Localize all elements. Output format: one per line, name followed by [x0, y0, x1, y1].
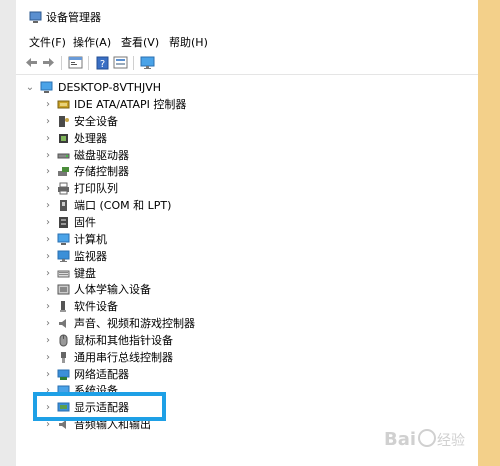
- tree-item-label: 键盘: [74, 267, 96, 280]
- chevron-right-icon[interactable]: ›: [43, 366, 53, 383]
- tree-item[interactable]: › 处理器: [16, 130, 478, 147]
- toolbar: ?: [16, 52, 478, 75]
- device-view-icon[interactable]: [112, 54, 129, 71]
- chevron-right-icon[interactable]: ›: [43, 163, 53, 180]
- software-device-icon: [60, 301, 66, 312]
- monitor-icon: [57, 250, 70, 262]
- chevron-right-icon[interactable]: ›: [43, 281, 53, 298]
- tree-item[interactable]: › 声音、视频和游戏控制器: [16, 315, 478, 332]
- toolbar-separator: [133, 56, 134, 70]
- tree-item[interactable]: › 网络适配器: [16, 366, 478, 383]
- tree-item-label: 打印队列: [74, 182, 118, 195]
- tree-item[interactable]: › IDE ATA/ATAPI 控制器: [16, 96, 478, 113]
- chevron-right-icon[interactable]: ›: [43, 147, 53, 164]
- tree-item-label: 存储控制器: [74, 165, 129, 178]
- tree-item-label: 监视器: [74, 250, 107, 263]
- tree-item[interactable]: › 监视器: [16, 248, 478, 265]
- chevron-right-icon[interactable]: ›: [43, 265, 53, 282]
- tree-item[interactable]: › 存储控制器: [16, 163, 478, 180]
- chevron-right-icon[interactable]: ›: [43, 197, 53, 214]
- toolbar-separator: [61, 56, 62, 70]
- tree-item[interactable]: › 软件设备: [16, 298, 478, 315]
- chevron-right-icon[interactable]: ›: [43, 231, 53, 248]
- tree-item[interactable]: › 计算机: [16, 231, 478, 248]
- tree-item[interactable]: › 通用串行总线控制器: [16, 349, 478, 366]
- chevron-right-icon[interactable]: ›: [43, 113, 53, 130]
- back-arrow-icon[interactable]: [23, 54, 40, 71]
- tree-item-label: 安全设备: [74, 115, 118, 128]
- tree-item[interactable]: › 磁盘驱动器: [16, 147, 478, 164]
- toolbar-separator: [88, 56, 89, 70]
- tree-item-label: 通用串行总线控制器: [74, 351, 173, 364]
- device-manager-window: 设备管理器 文件(F) 操作(A) 查看(V) 帮助(H) ? ⌄ DESKTO…: [0, 0, 500, 466]
- tree-item-label: 磁盘驱动器: [74, 149, 129, 162]
- disk-drive-icon: [57, 153, 70, 159]
- tree-item-label: 固件: [74, 216, 96, 229]
- menu-bar: 文件(F) 操作(A) 查看(V) 帮助(H): [16, 34, 478, 52]
- menu-action[interactable]: 操作(A): [73, 36, 111, 50]
- tree-item[interactable]: › 鼠标和其他指针设备: [16, 332, 478, 349]
- port-icon: [60, 200, 67, 211]
- background-window-edge-right: [478, 0, 500, 466]
- tree-item-label: 人体学输入设备: [74, 283, 151, 296]
- computer-icon: [40, 81, 53, 93]
- firmware-icon: [59, 217, 68, 228]
- security-device-icon: [59, 116, 69, 127]
- tree-item[interactable]: › 打印队列: [16, 180, 478, 197]
- window-title: 设备管理器: [46, 11, 101, 24]
- help-icon[interactable]: ?: [94, 54, 111, 71]
- chevron-right-icon[interactable]: ›: [43, 180, 53, 197]
- tree-item-label: 软件设备: [74, 300, 118, 313]
- highlight-box: [33, 392, 166, 421]
- tree-item[interactable]: › 端口 (COM 和 LPT): [16, 197, 478, 214]
- chevron-right-icon[interactable]: ›: [43, 315, 53, 332]
- tree-root[interactable]: ⌄ DESKTOP-8VTHJVH: [16, 79, 478, 96]
- menu-file[interactable]: 文件(F): [29, 36, 66, 50]
- tree-item[interactable]: › 键盘: [16, 265, 478, 282]
- usb-icon: [61, 352, 66, 363]
- chevron-right-icon[interactable]: ›: [43, 332, 53, 349]
- device-manager-icon: [29, 11, 42, 23]
- chevron-right-icon[interactable]: ›: [43, 214, 53, 231]
- tree-item-label: 鼠标和其他指针设备: [74, 334, 173, 347]
- chevron-right-icon[interactable]: ›: [43, 96, 53, 113]
- forward-arrow-icon[interactable]: [40, 54, 57, 71]
- keyboard-icon: [57, 270, 70, 278]
- sound-icon: [59, 319, 66, 328]
- menu-view[interactable]: 查看(V): [121, 36, 159, 50]
- tree-item-label: IDE ATA/ATAPI 控制器: [74, 98, 187, 111]
- background-window-edge: [0, 0, 16, 466]
- tree-item-label: 处理器: [74, 132, 107, 145]
- monitor-icon[interactable]: [139, 54, 156, 71]
- mouse-icon: [59, 334, 68, 347]
- tree-item-label: 声音、视频和游戏控制器: [74, 317, 195, 330]
- chevron-down-icon[interactable]: ⌄: [25, 79, 35, 96]
- processor-icon: [59, 134, 68, 143]
- hid-icon: [57, 284, 70, 295]
- network-icon: [57, 369, 70, 380]
- properties-icon[interactable]: [67, 54, 84, 71]
- chevron-right-icon[interactable]: ›: [43, 248, 53, 265]
- ide-controller-icon: [57, 100, 70, 109]
- title-bar: 设备管理器: [16, 0, 478, 34]
- tree-item-label: 端口 (COM 和 LPT): [74, 199, 172, 212]
- tree-item-label: 计算机: [74, 233, 107, 246]
- tree-item[interactable]: › 固件: [16, 214, 478, 231]
- chevron-right-icon[interactable]: ›: [43, 298, 53, 315]
- chevron-right-icon[interactable]: ›: [43, 349, 53, 366]
- storage-controller-icon: [58, 167, 69, 176]
- printer-icon: [58, 182, 69, 195]
- computer-icon: [57, 233, 70, 245]
- tree-item[interactable]: › 安全设备: [16, 113, 478, 130]
- svg-text:?: ?: [100, 59, 105, 70]
- menu-help[interactable]: 帮助(H): [169, 36, 208, 50]
- tree-item-label: 网络适配器: [74, 368, 129, 381]
- tree-root-label: DESKTOP-8VTHJVH: [58, 81, 162, 94]
- chevron-right-icon[interactable]: ›: [43, 130, 53, 147]
- tree-item[interactable]: › 人体学输入设备: [16, 281, 478, 298]
